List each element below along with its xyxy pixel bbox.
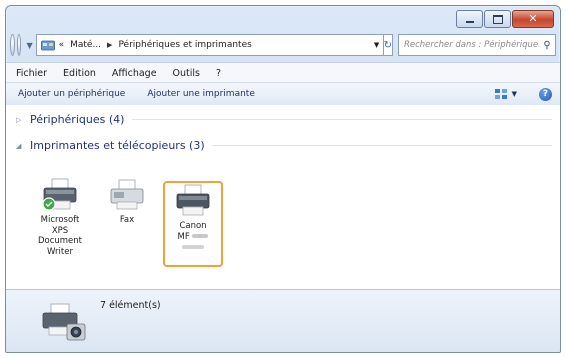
recent-pages-dropdown[interactable]: ▼ [26, 41, 32, 50]
maximize-icon [492, 14, 503, 24]
explorer-window: ✕ ▼ « Maté... ▶ Périphériques et imprima… [5, 5, 561, 353]
menu-affichage[interactable]: Affichage [112, 68, 157, 79]
search-icon[interactable]: ⚲ [539, 40, 555, 51]
default-check-icon [42, 197, 56, 211]
caption-buttons: ✕ [455, 10, 554, 28]
group-printers-title: Imprimantes et télécopieurs (3) [30, 139, 205, 152]
menu-help[interactable]: ? [216, 68, 221, 79]
menu-fichier[interactable]: Fichier [16, 68, 47, 79]
menu-bar: Fichier Edition Affichage Outils ? [6, 62, 560, 83]
printer-icon [42, 178, 77, 211]
collapse-arrow-icon[interactable]: ◢ [16, 142, 26, 150]
group-printers-header[interactable]: ◢ Imprimantes et télécopieurs (3) [16, 139, 552, 152]
fax-icon [110, 179, 144, 210]
close-button[interactable]: ✕ [512, 10, 554, 28]
devices-and-printers-icon [42, 303, 86, 341]
search-placeholder[interactable]: Rechercher dans : Périphérique... [399, 40, 539, 50]
breadcrumb-segment-1[interactable]: Maté... [70, 40, 101, 50]
item-count: 7 élément(s) [100, 300, 161, 311]
add-device-button[interactable]: Ajouter un périphérique [18, 89, 125, 99]
printer-item-canon[interactable]: Canon MF [163, 181, 223, 267]
add-printer-button[interactable]: Ajouter une imprimante [147, 89, 255, 99]
expand-arrow-icon[interactable]: ▷ [16, 116, 26, 124]
navigation-row: ▼ « Maté... ▶ Périphériques et imprimant… [10, 32, 556, 58]
refresh-icon: ↻ [383, 39, 392, 51]
details-pane: 7 élément(s) [6, 289, 560, 352]
maximize-button[interactable] [484, 10, 511, 28]
address-overflow[interactable]: « [59, 40, 65, 50]
group-devices-header[interactable]: ▷ Périphériques (4) [16, 113, 552, 126]
printer-label-canon-model: MF [177, 231, 190, 242]
printer-label-fax: Fax [119, 215, 135, 225]
menu-outils[interactable]: Outils [173, 68, 200, 79]
printer-label-canon: Canon [179, 221, 207, 231]
printer-item-xps[interactable]: Microsoft XPS Document Writer [32, 177, 88, 257]
group-devices-title: Périphériques (4) [30, 113, 125, 126]
address-bar[interactable]: « Maté... ▶ Périphériques et imprimantes… [35, 34, 384, 56]
view-options-dropdown-icon[interactable]: ▼ [512, 90, 517, 98]
search-box[interactable]: Rechercher dans : Périphérique... ⚲ [397, 34, 556, 56]
printer-item-fax[interactable]: Fax [99, 177, 155, 226]
forward-button[interactable] [16, 34, 22, 56]
refresh-button[interactable]: ↻ [383, 34, 393, 56]
group-divider [212, 145, 552, 146]
content-pane: ▷ Périphériques (4) ◢ Imprimantes et tél… [6, 105, 560, 289]
close-icon: ✕ [528, 12, 538, 25]
redacted-model-number [192, 234, 209, 238]
redacted-model-suffix [182, 245, 204, 249]
change-view-icon[interactable] [494, 88, 508, 100]
command-bar: Ajouter un périphérique Ajouter une impr… [6, 82, 560, 106]
breadcrumb-separator-icon[interactable]: ▶ [107, 41, 112, 49]
minimize-icon [465, 21, 474, 23]
control-panel-icon [40, 40, 55, 50]
back-button[interactable] [10, 34, 15, 56]
breadcrumb-segment-2[interactable]: Périphériques et imprimantes [118, 40, 251, 50]
printer-label-xps: Microsoft XPS Document Writer [37, 215, 83, 257]
printer-icon [176, 184, 210, 216]
address-dropdown-icon[interactable]: ▼ [371, 41, 383, 49]
minimize-button[interactable] [456, 10, 483, 28]
menu-edition[interactable]: Edition [63, 68, 96, 79]
group-divider [132, 119, 552, 120]
help-icon[interactable]: ? [539, 87, 552, 101]
